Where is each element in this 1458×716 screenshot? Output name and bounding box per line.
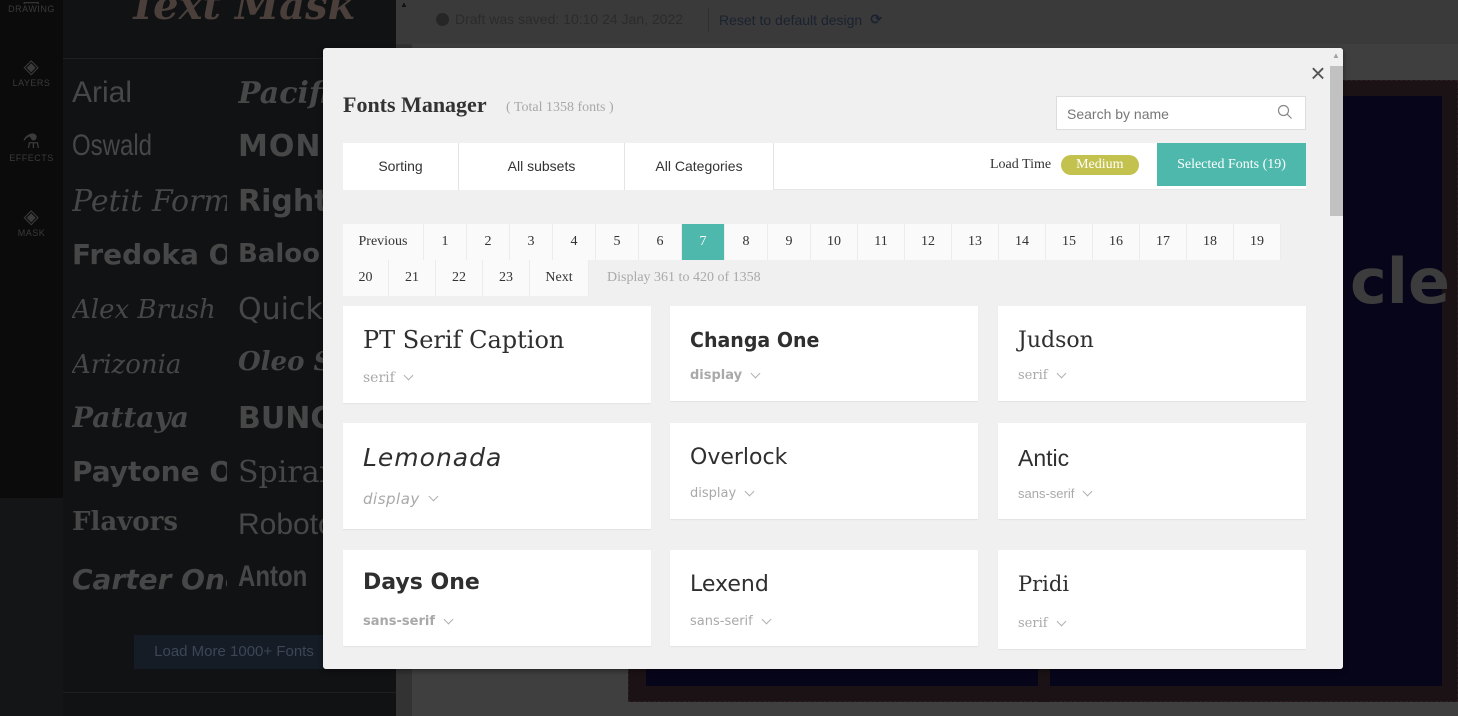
app-root: ▭ DRAWING ◈ LAYERS ⚗ EFFECTS ◈ MASK Text…	[0, 0, 1458, 716]
fonts-manager-modal: ▲ × Fonts Manager ( Total 1358 fonts ) S…	[323, 48, 1343, 669]
chevron-down-icon	[443, 614, 454, 624]
modal-scrollbar[interactable]: ▲	[1326, 48, 1343, 669]
pagination-page-button[interactable]: 20	[343, 260, 389, 296]
font-card-name: Pridi	[1018, 572, 1070, 596]
pagination-previous-button[interactable]: Previous	[343, 224, 424, 260]
pagination-page-button[interactable]: 21	[389, 260, 436, 296]
chevron-down-icon	[428, 491, 439, 502]
font-category-label: sans-serif	[363, 614, 435, 629]
font-card[interactable]: Days One sans-serif	[343, 550, 651, 646]
modal-subtitle: ( Total 1358 fonts )	[506, 100, 614, 115]
pagination-page-button[interactable]: 3	[510, 224, 553, 260]
font-category-label: display	[363, 490, 420, 508]
subsets-dropdown[interactable]: All subsets	[459, 143, 625, 190]
font-category-label: display	[690, 486, 737, 501]
search-input[interactable]	[1067, 104, 1267, 124]
font-category-dropdown[interactable]: display	[690, 368, 761, 383]
categories-dropdown[interactable]: All Categories	[625, 143, 774, 190]
search-icon[interactable]	[1277, 104, 1293, 120]
load-time-filter: Load Time Medium	[990, 155, 1139, 175]
pagination-page-button[interactable]: 11	[858, 224, 905, 260]
chevron-down-icon	[761, 614, 772, 624]
close-icon: ×	[1310, 58, 1326, 88]
pagination-page-button[interactable]: 12	[905, 224, 952, 260]
pagination-page-button[interactable]: 8	[725, 224, 768, 260]
close-button[interactable]: ×	[1307, 60, 1329, 86]
font-category-dropdown[interactable]: display	[363, 490, 439, 508]
font-category-label: display	[690, 368, 743, 383]
font-card[interactable]: Judson serif	[998, 306, 1306, 401]
font-category-dropdown[interactable]: serif	[1018, 616, 1067, 631]
sorting-dropdown[interactable]: Sorting	[343, 143, 459, 190]
font-category-dropdown[interactable]: serif	[363, 370, 414, 386]
chevron-down-icon	[403, 370, 414, 381]
pagination-page-button[interactable]: 13	[952, 224, 999, 260]
font-card[interactable]: Pridi serif	[998, 550, 1306, 649]
font-card-name: PT Serif Caption	[363, 326, 565, 354]
pagination-page-button[interactable]: 22	[436, 260, 483, 296]
scroll-up-arrow-icon[interactable]: ▲	[1332, 51, 1340, 60]
pagination-page-button[interactable]: 19	[1234, 224, 1281, 260]
pagination-page-button[interactable]: 14	[999, 224, 1046, 260]
font-card-name: Lemonada	[363, 443, 503, 472]
pagination-page-button[interactable]: 10	[811, 224, 858, 260]
font-category-dropdown[interactable]: display	[690, 486, 755, 501]
load-time-label: Load Time	[990, 157, 1052, 172]
filter-toolbar: Sorting All subsets All Categories Load …	[343, 143, 1306, 190]
pagination-info: Display 361 to 420 of 1358	[607, 270, 761, 285]
font-card[interactable]: Overlock display	[670, 423, 978, 519]
pagination-page-button[interactable]: 4	[553, 224, 596, 260]
font-card-name: Days One	[363, 570, 480, 595]
font-category-label: sans-serif	[690, 614, 753, 629]
chevron-down-icon	[744, 486, 755, 496]
font-category-label: serif	[1018, 368, 1048, 383]
font-category-dropdown[interactable]: serif	[1018, 368, 1067, 383]
selected-fonts-button[interactable]: Selected Fonts (19)	[1157, 143, 1306, 186]
pagination-page-button[interactable]: 6	[639, 224, 682, 260]
font-card-name: Antic	[1018, 445, 1070, 471]
pagination-next-button[interactable]: Next	[530, 260, 589, 296]
pagination-page-button[interactable]: 2	[467, 224, 510, 260]
pagination-page-button[interactable]: 17	[1140, 224, 1187, 260]
font-category-label: sans-serif	[1018, 486, 1075, 501]
chevron-down-icon	[750, 368, 761, 378]
chevron-down-icon	[1056, 368, 1067, 378]
pagination-page-button[interactable]: 1	[424, 224, 467, 260]
font-card-name: Changa One	[690, 328, 820, 352]
chevron-down-icon	[1056, 616, 1067, 626]
pagination-page-button[interactable]: 7	[682, 224, 725, 260]
font-card[interactable]: Lemonada display	[343, 423, 651, 529]
font-card[interactable]: Antic sans-serif	[998, 423, 1306, 519]
font-category-dropdown[interactable]: sans-serif	[690, 614, 772, 629]
pagination-page-button[interactable]: 15	[1046, 224, 1093, 260]
pagination-page-button[interactable]: 5	[596, 224, 639, 260]
scrollbar-thumb[interactable]	[1330, 66, 1343, 216]
font-card[interactable]: PT Serif Caption serif	[343, 306, 651, 403]
pagination-page-button[interactable]: 23	[483, 260, 530, 296]
search-box	[1056, 96, 1306, 130]
font-card[interactable]: Lexend sans-serif	[670, 550, 978, 646]
modal-title: Fonts Manager	[343, 92, 487, 117]
load-time-badge[interactable]: Medium	[1061, 155, 1139, 175]
font-card-name: Overlock	[690, 445, 788, 470]
font-category-dropdown[interactable]: sans-serif	[1018, 486, 1093, 501]
font-category-label: serif	[363, 370, 395, 386]
pagination-page-button[interactable]: 18	[1187, 224, 1234, 260]
font-card-name: Judson	[1018, 328, 1094, 353]
font-card[interactable]: Changa One display	[670, 306, 978, 401]
chevron-down-icon	[1082, 486, 1093, 496]
pagination-page-button[interactable]: 9	[768, 224, 811, 260]
font-category-dropdown[interactable]: sans-serif	[363, 614, 454, 629]
font-category-label: serif	[1018, 616, 1048, 631]
font-card-name: Lexend	[690, 572, 769, 597]
pagination-page-button[interactable]: 16	[1093, 224, 1140, 260]
